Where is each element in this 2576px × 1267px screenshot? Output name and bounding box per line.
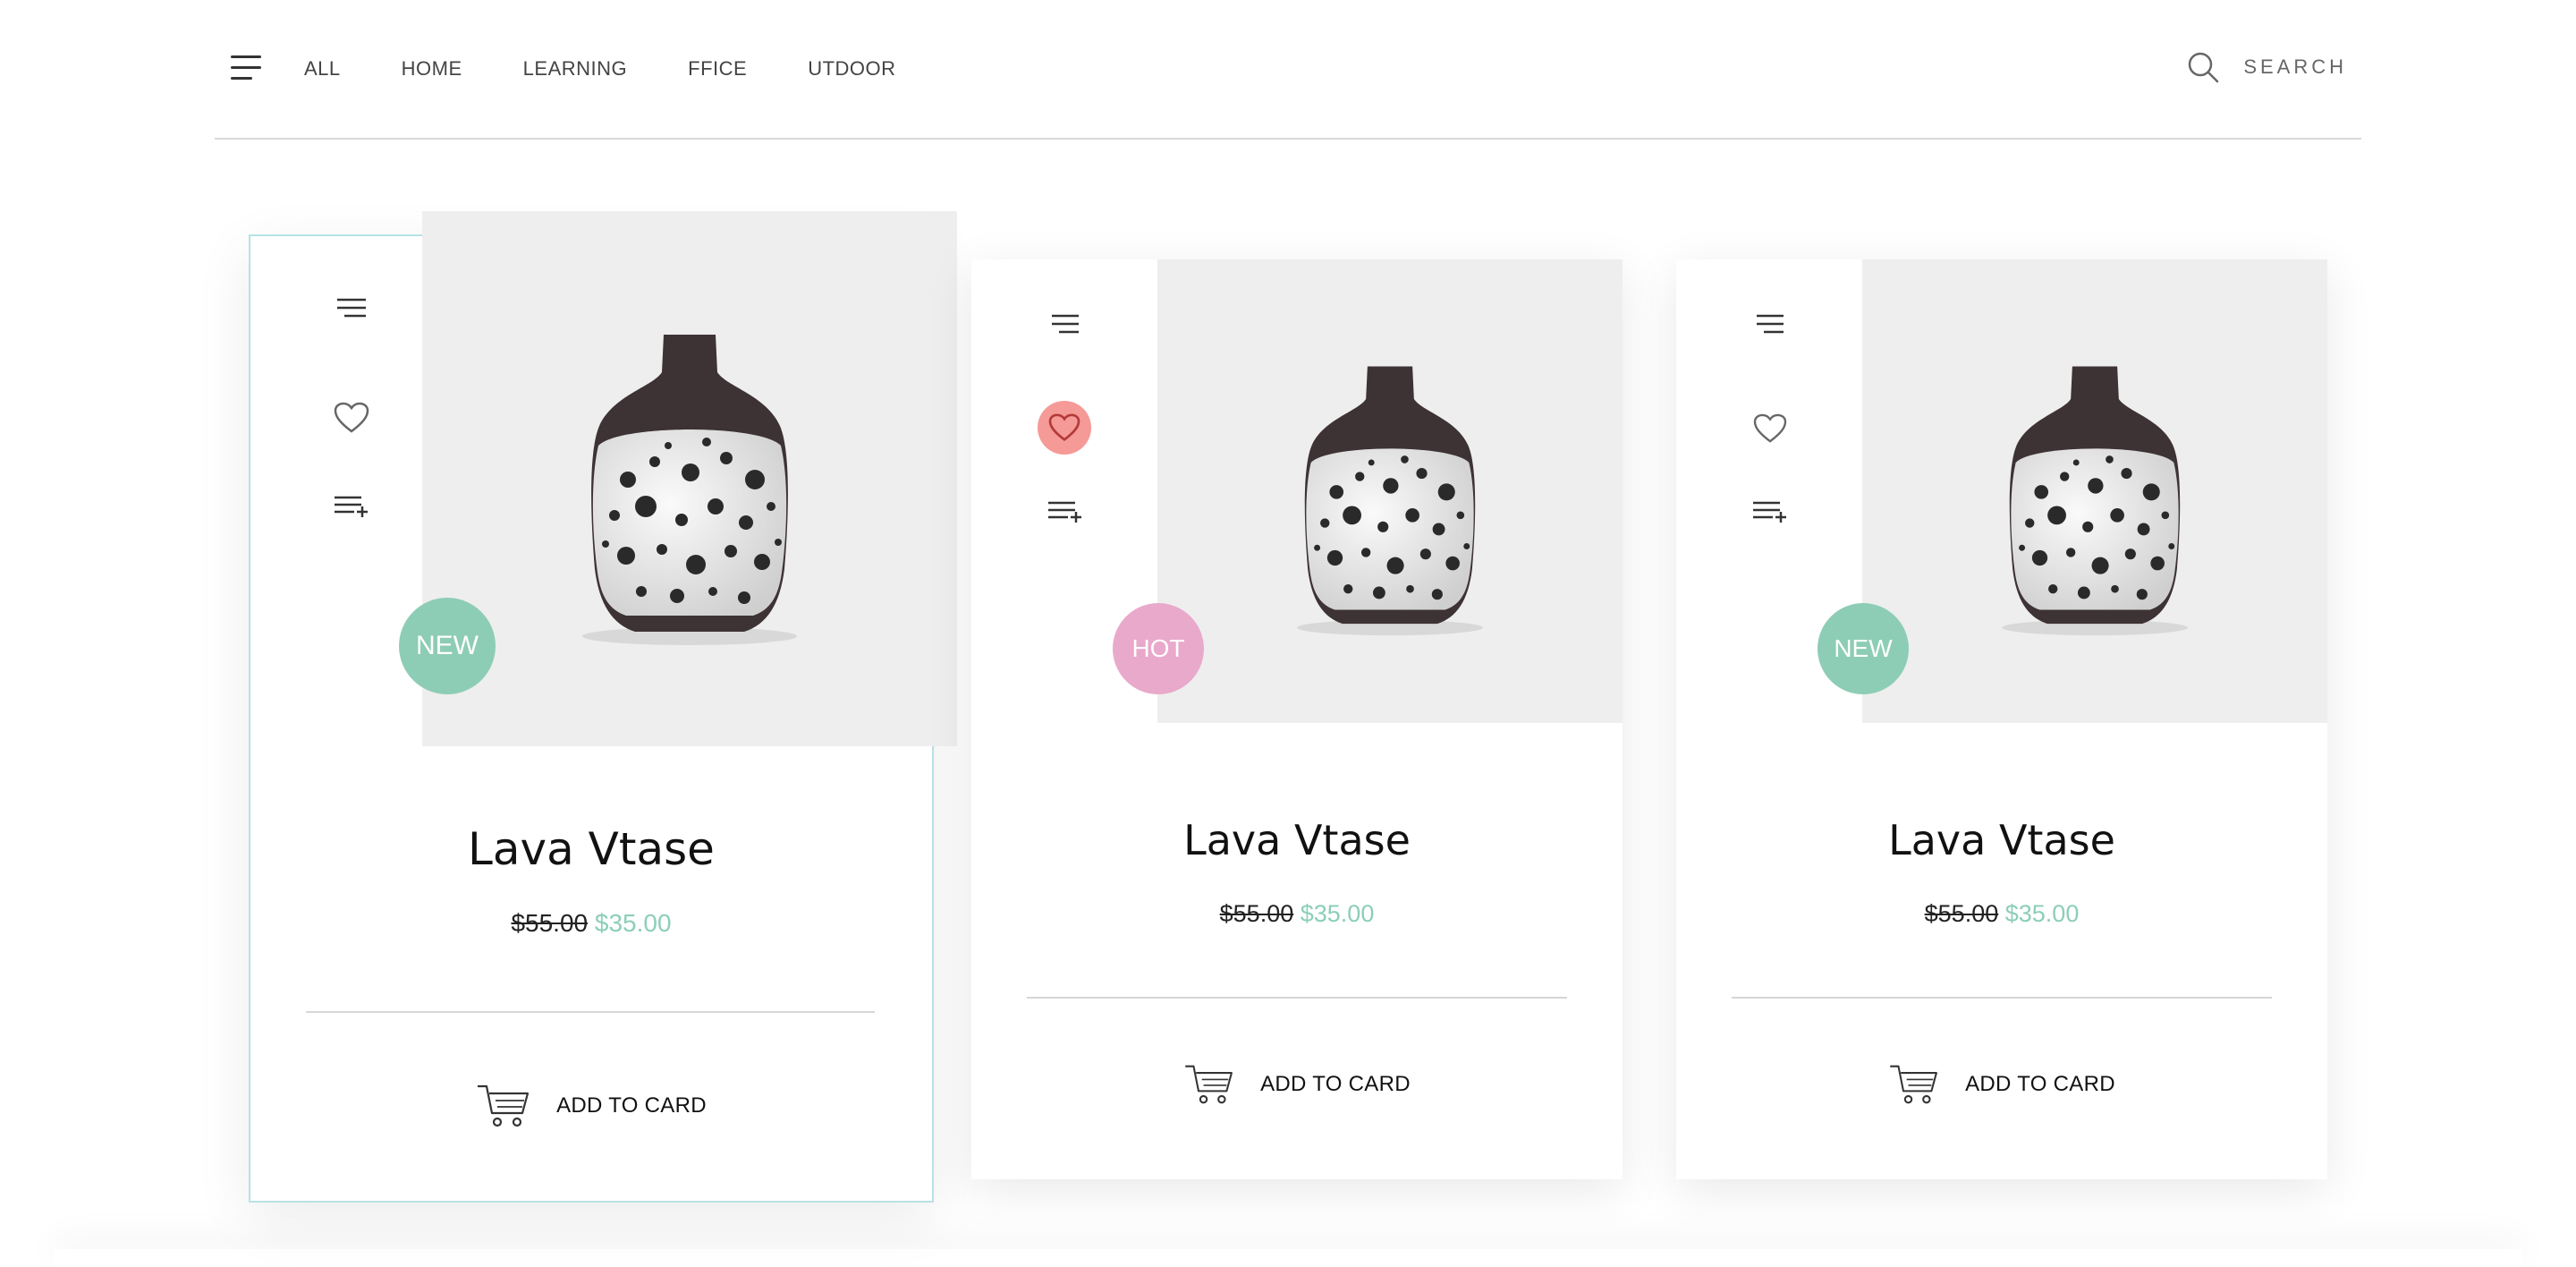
product-image[interactable] [1862, 259, 2327, 723]
product-image[interactable] [1157, 259, 1623, 723]
add-to-cart-button[interactable]: ADD TO CARD [1676, 1063, 2327, 1106]
playlist-add-icon[interactable] [1748, 494, 1792, 530]
nav-item-learning[interactable]: LEARNING [523, 55, 627, 82]
menu-icon[interactable] [1750, 306, 1791, 342]
menu-icon[interactable] [331, 290, 372, 326]
playlist-add-icon[interactable] [329, 489, 374, 524]
status-badge: NEW [1818, 603, 1909, 694]
status-badge: HOT [1113, 603, 1204, 694]
divider [1027, 997, 1567, 999]
playlist-add-icon[interactable] [1043, 494, 1088, 530]
product-card[interactable]: HOT Lava Vtase $55.00 $35.00 ADD TO CARD [971, 259, 1623, 1179]
sale-price: $35.00 [1300, 900, 1375, 927]
nav-item-office[interactable]: FFICE [688, 55, 747, 82]
category-nav: ALL HOME LEARNING FFICE UTDOOR [304, 55, 896, 82]
add-to-cart-button[interactable]: ADD TO CARD [971, 1063, 1623, 1106]
product-card[interactable]: NEW Lava Vtase $55.00 $35.00 ADD TO CARD [1676, 259, 2327, 1179]
add-to-cart-label: ADD TO CARD [556, 1093, 707, 1118]
add-to-cart-label: ADD TO CARD [1260, 1072, 1411, 1096]
price-row: $55.00 $35.00 [971, 900, 1623, 928]
top-nav: ALL HOME LEARNING FFICE UTDOOR SEARCH [215, 0, 2361, 140]
search-icon [2189, 52, 2219, 83]
divider [1732, 997, 2272, 999]
vase-image [1297, 366, 1483, 636]
search-label: SEARCH [2243, 55, 2347, 78]
divider [306, 1011, 875, 1013]
product-image[interactable] [422, 211, 957, 746]
add-to-cart-label: ADD TO CARD [1965, 1072, 2115, 1096]
menu-icon[interactable] [1045, 306, 1086, 342]
vase-image [582, 335, 797, 645]
add-to-cart-button[interactable]: ADD TO CARD [250, 1083, 932, 1129]
nav-item-outdoor[interactable]: UTDOOR [808, 55, 895, 82]
nav-item-home[interactable]: HOME [402, 55, 462, 82]
product-title[interactable]: Lava Vtase [1676, 816, 2327, 864]
product-title[interactable]: Lava Vtase [971, 816, 1623, 864]
product-card[interactable]: NEW Lava Vtase $55.00 $35.00 ADD TO CARD [249, 211, 957, 1203]
footer-shadow [54, 1249, 2522, 1267]
cart-icon [478, 1084, 530, 1127]
sale-price: $35.00 [2004, 900, 2080, 927]
heart-icon[interactable] [1748, 406, 1792, 451]
price-row: $55.00 $35.00 [250, 909, 932, 938]
old-price: $55.00 [1924, 900, 1999, 927]
old-price: $55.00 [511, 909, 589, 937]
cart-icon [1185, 1065, 1233, 1104]
vase-image [2002, 366, 2188, 636]
nav-item-all[interactable]: ALL [304, 55, 341, 82]
sale-price: $35.00 [594, 909, 672, 937]
heart-icon[interactable] [329, 395, 374, 440]
price-row: $55.00 $35.00 [1676, 900, 2327, 928]
menu-icon[interactable] [231, 55, 263, 81]
product-title[interactable]: Lava Vtase [250, 823, 932, 875]
status-badge: NEW [399, 598, 496, 694]
old-price: $55.00 [1219, 900, 1294, 927]
heart-icon[interactable] [1038, 401, 1091, 455]
search-button[interactable]: SEARCH [2186, 50, 2347, 84]
cart-icon [1890, 1065, 1938, 1104]
